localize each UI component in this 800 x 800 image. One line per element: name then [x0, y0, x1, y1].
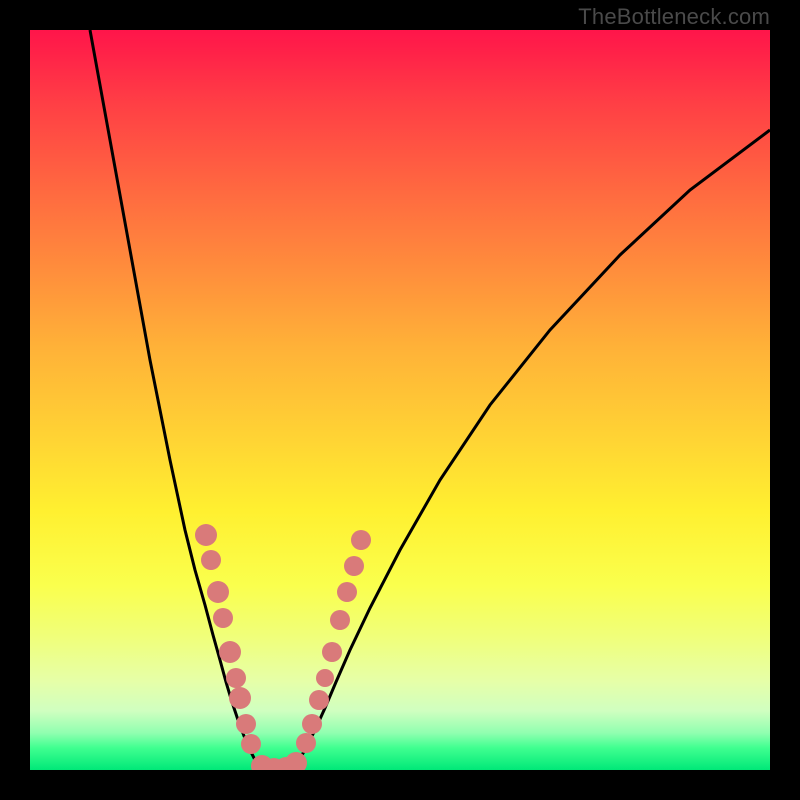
chart-frame: TheBottleneck.com [0, 0, 800, 800]
attribution-label: TheBottleneck.com [578, 4, 770, 30]
marker-left-cluster [201, 550, 221, 570]
marker-right-cluster [351, 530, 371, 550]
marker-right-cluster [296, 733, 316, 753]
marker-left-cluster [195, 524, 217, 546]
marker-right-cluster [337, 582, 357, 602]
marker-left-cluster [241, 734, 261, 754]
marker-left-cluster [226, 668, 246, 688]
plot-area [30, 30, 770, 770]
marker-left-cluster [213, 608, 233, 628]
marker-right-cluster [309, 690, 329, 710]
marker-right-cluster [344, 556, 364, 576]
marker-left-cluster [207, 581, 229, 603]
marker-left-cluster [219, 641, 241, 663]
curve-group [90, 30, 770, 769]
chart-svg [30, 30, 770, 770]
bottleneck-curve [90, 30, 770, 769]
marker-left-cluster [236, 714, 256, 734]
marker-left-cluster [229, 687, 251, 709]
marker-right-cluster [316, 669, 334, 687]
marker-right-cluster [330, 610, 350, 630]
marker-right-cluster [302, 714, 322, 734]
data-markers [195, 524, 371, 770]
marker-right-cluster [322, 642, 342, 662]
